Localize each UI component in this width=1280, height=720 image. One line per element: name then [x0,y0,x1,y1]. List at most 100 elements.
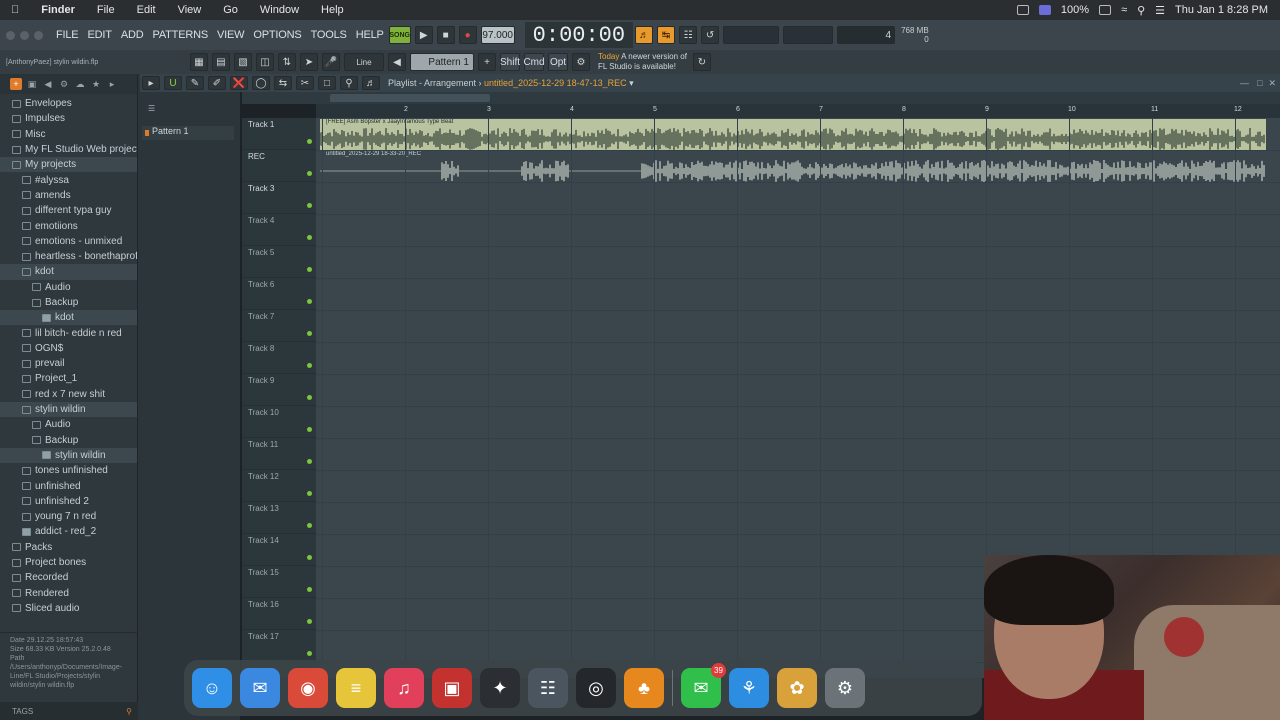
browser-item[interactable]: Project bones [0,555,137,570]
fl-menu-help[interactable]: HELP [353,29,387,41]
display-icon[interactable] [1038,5,1051,15]
zoom-tool-icon[interactable]: ⚲ [340,76,358,90]
piano-roll-button[interactable]: ▤ [212,53,230,71]
track-header[interactable]: Track 1 [242,118,316,150]
browser-item[interactable]: Misc [0,127,137,142]
browser-item[interactable]: Audio [0,417,137,432]
mixer-button[interactable]: ◫ [256,53,274,71]
play-button[interactable]: ▶ [414,26,433,44]
mic-button[interactable]: 🎤 [322,53,340,71]
track-header[interactable]: Track 5 [242,246,316,278]
track-mute-led[interactable] [307,619,312,624]
track-header[interactable]: Track 4 [242,214,316,246]
browser-cloud-icon[interactable]: ☁ [74,78,86,90]
track-mute-led[interactable] [307,139,312,144]
browser-item[interactable]: Audio [0,280,137,295]
song-mode-button[interactable]: SONG [388,26,411,44]
track-mute-led[interactable] [307,203,312,208]
track-mute-led[interactable] [307,555,312,560]
dock-photos-icon[interactable]: ✿ [777,668,817,708]
dock-safari-icon[interactable]: ⚘ [729,668,769,708]
track-mute-led[interactable] [307,491,312,496]
browser-button[interactable]: ⇅ [278,53,296,71]
menubar-clock[interactable]: Thu Jan 1 8:28 PM [1175,4,1268,16]
track-mute-led[interactable] [307,427,312,432]
delete-tool-icon[interactable]: ❌ [230,76,248,90]
close-window-button[interactable] [6,30,15,40]
plugin-picker-button[interactable]: ➤ [300,53,318,71]
audio-clip-recording[interactable]: untitled_2025-12-29 18-33-20_REC [320,151,1266,183]
dock-fl-studio-icon[interactable]: ♣ [624,668,664,708]
menu-file[interactable]: File [86,4,126,16]
browser-item[interactable]: Envelopes [0,96,137,111]
fl-menu-patterns[interactable]: PATTERNS [150,29,211,41]
playlist-scroll-thumb[interactable] [330,94,490,102]
track-mute-led[interactable] [307,587,312,592]
fl-menu-add[interactable]: ADD [118,29,147,41]
track-header[interactable]: Track 15 [242,566,316,598]
browser-item[interactable]: young 7 n red [0,509,137,524]
draw-tool-icon[interactable]: ✎ [186,76,204,90]
playback-tool-icon[interactable]: ♬ [362,76,380,90]
playlist-play-icon[interactable]: ▸ [142,76,160,90]
tempo-display[interactable]: 97.000 [480,26,515,44]
close-playlist-icon[interactable]: ✕ [1268,78,1276,89]
browser-item[interactable]: My projects [0,157,137,173]
browser-back-icon[interactable]: ◀ [42,78,54,90]
track-mute-led[interactable] [307,523,312,528]
browser-item[interactable]: stylin wildin [0,401,137,418]
dock-finder-icon[interactable]: ☺ [192,668,232,708]
browser-all-icon[interactable]: + [10,78,22,90]
cmd-modifier[interactable]: Cmd [523,53,545,71]
browser-item[interactable]: unfinished [0,478,137,493]
shift-modifier[interactable]: Shift [500,53,520,71]
track-header[interactable]: Track 6 [242,278,316,310]
fl-menu-tools[interactable]: TOOLS [308,29,350,41]
browser-item[interactable]: Backup [0,433,137,448]
playlist-window-button[interactable]: ▦ [190,53,208,71]
menu-help[interactable]: Help [310,4,355,16]
dock-photo-booth-icon[interactable]: ▣ [432,668,472,708]
browser-item[interactable]: unfinished 2 [0,494,137,509]
browser-item[interactable]: heartless - bonethaprofit [0,249,137,264]
slice-tool-icon[interactable]: ✂ [296,76,314,90]
track-header[interactable]: Track 8 [242,342,316,374]
track-header[interactable]: Track 14 [242,534,316,566]
track-mute-led[interactable] [307,331,312,336]
menu-go[interactable]: Go [212,4,249,16]
loop-record-button[interactable]: ↺ [701,26,720,44]
track-mute-led[interactable] [307,171,312,176]
stop-button[interactable]: ■ [436,26,455,44]
paint-tool-icon[interactable]: ✐ [208,76,226,90]
timeline-ruler[interactable]: 2 3 4 5 6 7 8 9 10 11 12 [316,104,1280,118]
mute-tool-icon[interactable]: ◯ [252,76,270,90]
dock-music-icon[interactable]: ♫ [384,668,424,708]
browser-item[interactable]: Sliced audio [0,601,137,616]
track-mute-led[interactable] [307,299,312,304]
dock-system-settings-icon[interactable]: ⚙ [825,668,865,708]
track-header[interactable]: Track 13 [242,502,316,534]
browser-plugin-icon[interactable]: ⚙ [58,78,70,90]
menu-window[interactable]: Window [249,4,310,16]
track-header[interactable]: Track 16 [242,598,316,630]
browser-item[interactable]: emotions - unmixed [0,234,137,249]
browser-item[interactable]: amends [0,188,137,203]
metronome-button[interactable]: ♬ [635,26,654,44]
menu-app-finder[interactable]: Finder [30,4,86,16]
browser-item[interactable]: kdot [0,310,137,326]
select-tool-icon[interactable]: □ [318,76,336,90]
track-mute-led[interactable] [307,651,312,656]
track-mute-led[interactable] [307,459,312,464]
song-time-display[interactable]: 0:00:00 [524,22,634,48]
master-pitch-slider[interactable] [783,26,834,44]
wifi-icon[interactable]: ≈ [1121,4,1127,16]
fl-menu-options[interactable]: OPTIONS [250,29,304,41]
browser-item[interactable]: addict - red_2 [0,524,137,539]
dock-chrome-icon[interactable]: ◉ [288,668,328,708]
dock-launchpad-icon[interactable]: ☷ [528,668,568,708]
track-header[interactable]: Track 9 [242,374,316,406]
record-button[interactable]: ● [458,26,477,44]
track-header[interactable]: Track 10 [242,406,316,438]
browser-item[interactable]: tones unfinished [0,463,137,478]
browser-item[interactable]: #alyssa [0,172,137,187]
